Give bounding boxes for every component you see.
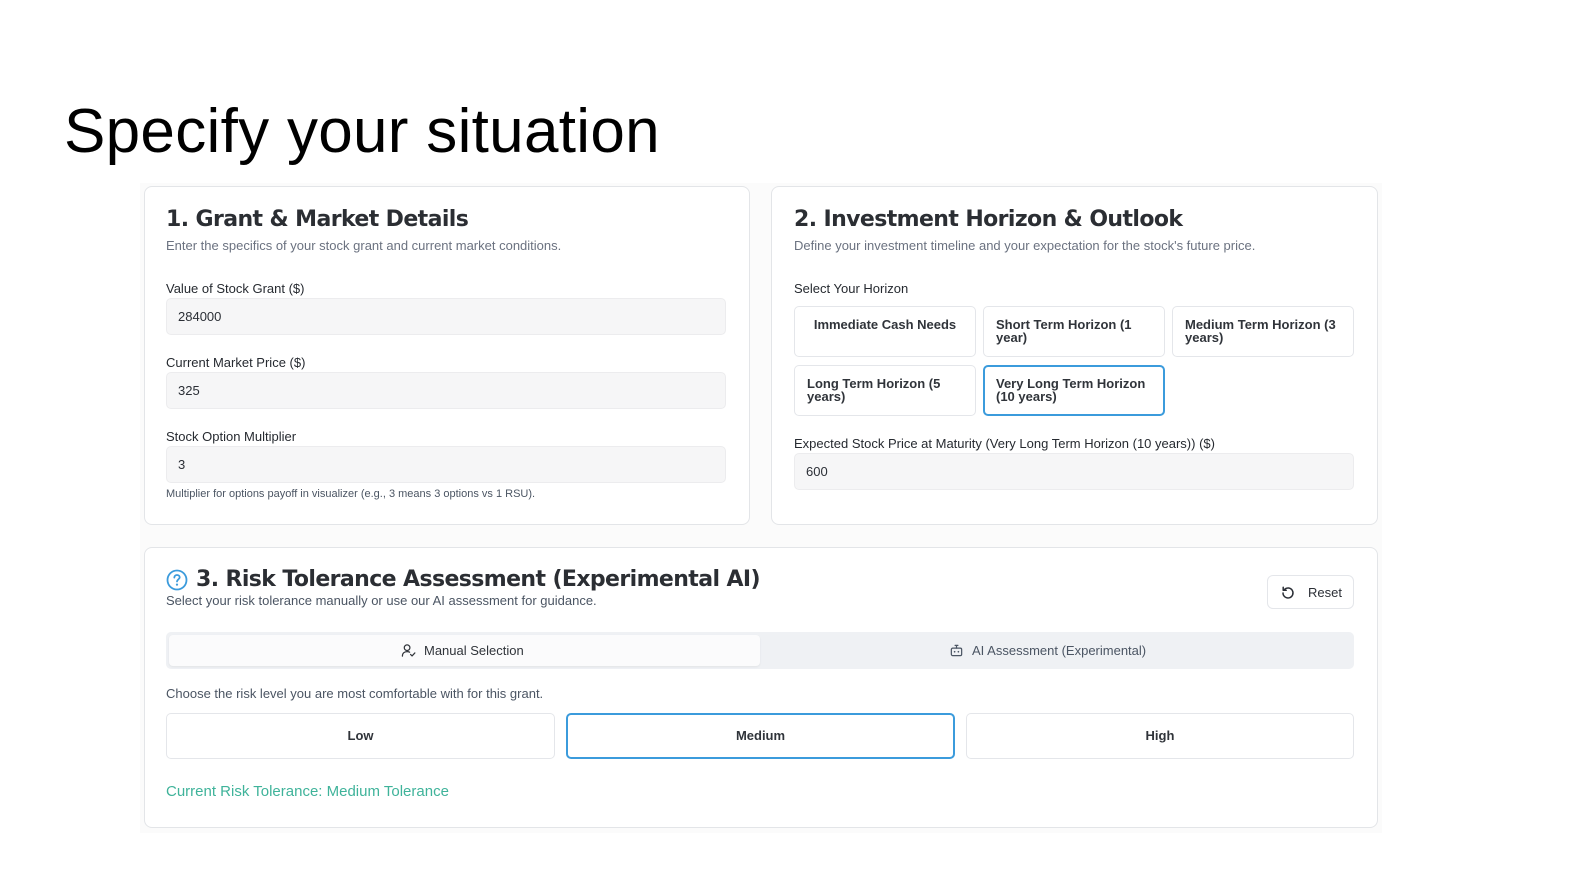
horizon-option-immediate[interactable]: Immediate Cash Needs — [794, 306, 976, 357]
current-market-price-input[interactable]: 325 — [166, 372, 726, 409]
current-market-price-label: Current Market Price ($) — [166, 355, 306, 370]
grant-card-subtitle: Enter the specifics of your stock grant … — [166, 238, 562, 253]
risk-level-low-button[interactable]: Low — [166, 713, 555, 759]
risk-card-subtitle: Select your risk tolerance manually or u… — [166, 593, 597, 608]
horizon-card-subtitle: Define your investment timeline and your… — [794, 238, 1256, 253]
tab-manual-selection[interactable]: Manual Selection — [169, 635, 760, 666]
multiplier-hint: Multiplier for options payoff in visuali… — [166, 488, 536, 500]
current-risk-status: Current Risk Tolerance: Medium Tolerance — [166, 783, 449, 800]
expected-price-label: Expected Stock Price at Maturity (Very L… — [794, 436, 1215, 451]
horizon-select-label: Select Your Horizon — [794, 281, 909, 296]
risk-level-medium-button[interactable]: Medium — [566, 713, 955, 759]
horizon-option-very-long-term[interactable]: Very Long Term Horizon (10 years) — [983, 365, 1165, 416]
stock-grant-value-input[interactable]: 284000 — [166, 298, 726, 335]
horizon-option-medium-term[interactable]: Medium Term Horizon (3 years) — [1172, 306, 1354, 357]
page-title: Specify your situation — [64, 97, 660, 166]
bot-icon — [950, 644, 963, 657]
user-check-icon — [401, 644, 416, 657]
risk-mode-tabs: Manual Selection AI Assessment (Experime… — [166, 632, 1354, 669]
tab-ai-assessment[interactable]: AI Assessment (Experimental) — [760, 635, 1351, 666]
tab-ai-label: AI Assessment (Experimental) — [972, 643, 1147, 658]
rotate-ccw-icon — [1282, 586, 1294, 599]
help-circle-icon[interactable] — [166, 569, 188, 591]
horizon-option-short-term[interactable]: Short Term Horizon (1 year) — [983, 306, 1165, 357]
tab-manual-label: Manual Selection — [424, 643, 524, 658]
risk-level-high-button[interactable]: High — [966, 713, 1354, 759]
reset-button[interactable]: Reset — [1267, 575, 1354, 609]
horizon-card-title: 2. Investment Horizon & Outlook — [794, 207, 1183, 232]
option-multiplier-input[interactable]: 3 — [166, 446, 726, 483]
grant-card-title: 1. Grant & Market Details — [166, 207, 469, 232]
reset-label: Reset — [1308, 585, 1342, 600]
stock-grant-value-label: Value of Stock Grant ($) — [166, 281, 305, 296]
risk-card-title: 3. Risk Tolerance Assessment (Experiment… — [196, 567, 761, 592]
option-multiplier-label: Stock Option Multiplier — [166, 429, 297, 444]
expected-price-input[interactable]: 600 — [794, 453, 1354, 490]
risk-prompt: Choose the risk level you are most comfo… — [166, 686, 544, 701]
horizon-option-long-term[interactable]: Long Term Horizon (5 years) — [794, 365, 976, 416]
